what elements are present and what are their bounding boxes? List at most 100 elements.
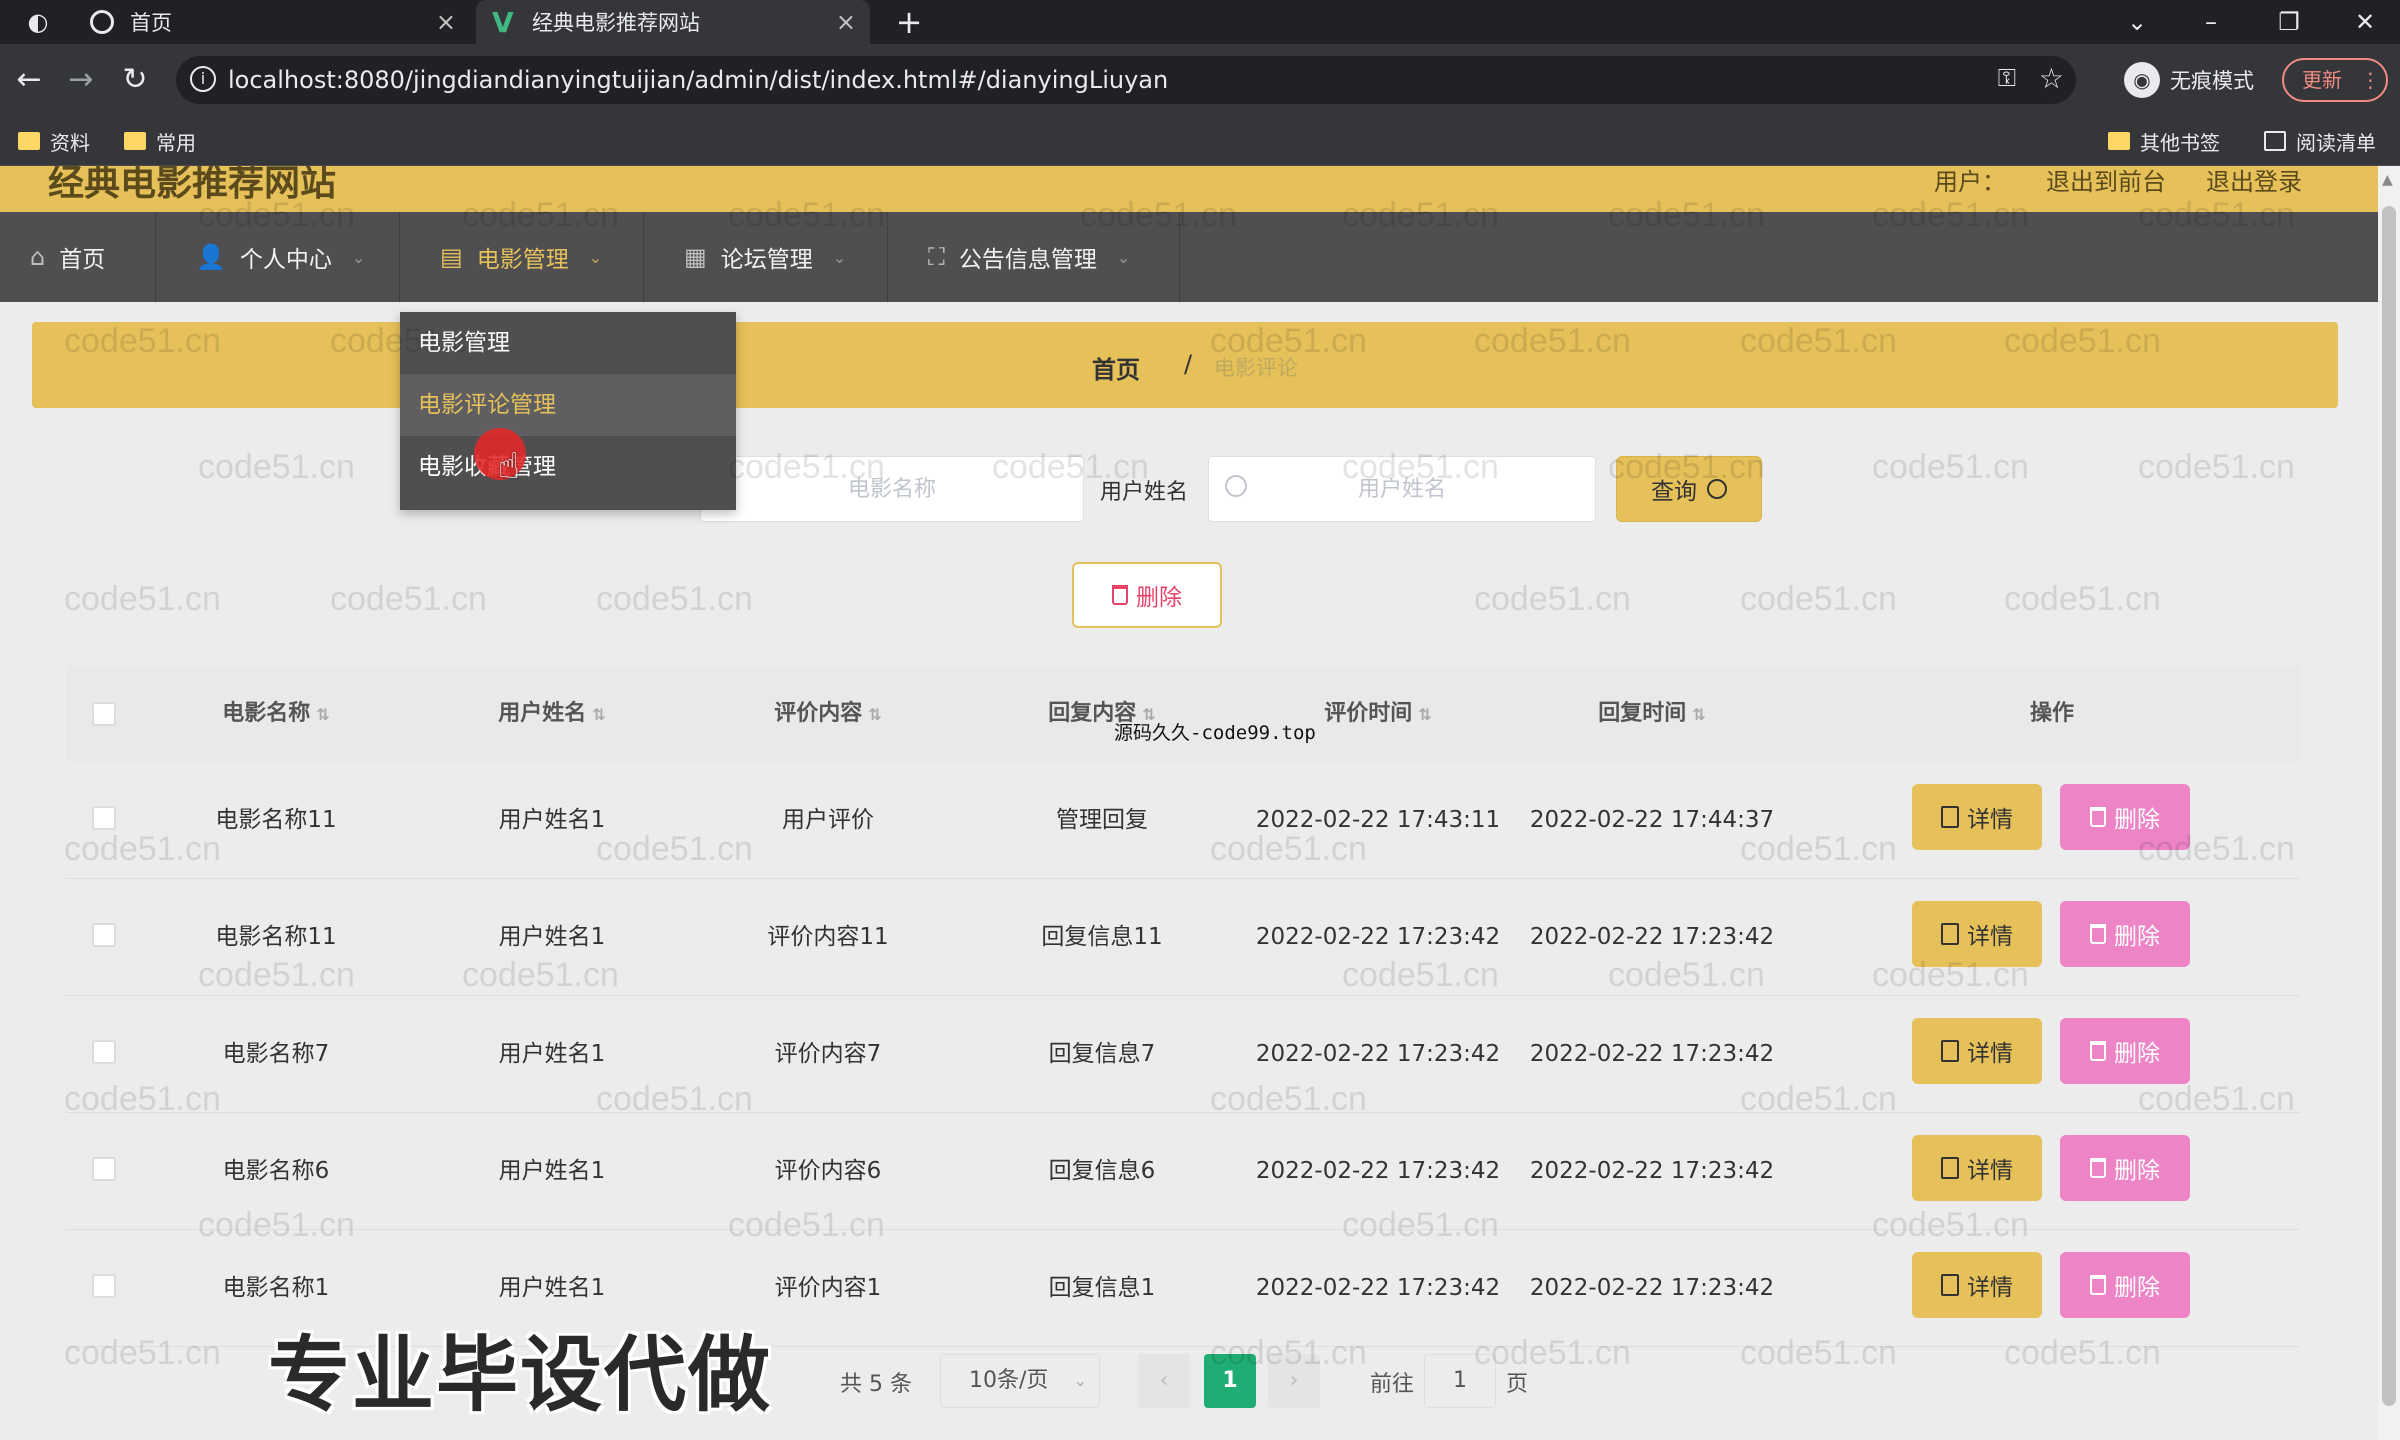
delete-button[interactable]: 删除 <box>2060 784 2190 850</box>
user-name-input[interactable] <box>1209 457 1595 521</box>
document-icon: ▦ <box>684 243 707 271</box>
trash-icon <box>2090 1275 2106 1295</box>
info-icon[interactable]: i <box>190 66 216 92</box>
minimize-icon[interactable]: – <box>2186 0 2236 44</box>
user-name-field[interactable] <box>1208 456 1596 522</box>
logout-link[interactable]: 退出登录 <box>2206 166 2302 197</box>
cell-review-time: 2022-02-22 17:23:42 <box>1255 1158 1501 1184</box>
row-checkbox[interactable] <box>92 1157 116 1181</box>
cell-review: 评价内容7 <box>774 1041 882 1067</box>
bookmark-folder[interactable]: 常用 <box>124 116 196 166</box>
detail-button[interactable]: 详情 <box>1912 901 2042 967</box>
address-bar[interactable]: i localhost:8080/jingdiandianyingtuijian… <box>176 56 2076 104</box>
column-header-review-time[interactable]: 评价时间 ⇅ <box>1278 666 1478 762</box>
center-watermark: 源码久久-code99.top <box>1114 722 1316 744</box>
new-tab-icon[interactable]: + <box>884 0 934 44</box>
page-suffix-label: 页 <box>1506 1372 1529 1397</box>
reading-list-icon <box>2264 131 2286 151</box>
goto-page-input[interactable]: 1 <box>1424 1354 1496 1408</box>
table-row: 电影名称11 用户姓名1 用户评价 管理回复 2022-02-22 17:43:… <box>66 762 2300 879</box>
forward-arrow-icon[interactable]: → <box>58 44 104 116</box>
vue-logo-icon: V <box>492 6 514 39</box>
movie-submenu: 电影管理 电影评论管理 电影收藏管理 <box>400 312 736 510</box>
select-all-checkbox[interactable] <box>92 702 116 726</box>
next-page-button[interactable]: › <box>1268 1354 1320 1408</box>
column-header-user[interactable]: 用户姓名 ⇅ <box>452 666 652 762</box>
breadcrumb-current: 电影评论 <box>1214 356 1298 380</box>
menu-item-home[interactable]: ⌂ 首页 <box>0 212 156 302</box>
row-checkbox[interactable] <box>92 1274 116 1298</box>
browser-tab-strip: ◐ 首页 × V 经典电影推荐网站 × + ⌄ – ❐ ✕ <box>0 0 2400 44</box>
movie-name-field[interactable] <box>700 456 1084 522</box>
menu-item-forum[interactable]: ▦ 论坛管理 ⌄ <box>644 212 888 302</box>
submenu-item-movie-comments[interactable]: 电影评论管理 <box>400 374 736 436</box>
scrollbar-thumb[interactable] <box>2382 206 2396 1406</box>
tab-title: 经典电影推荐网站 <box>532 11 700 35</box>
delete-button[interactable]: 删除 <box>2060 1018 2190 1084</box>
close-icon[interactable]: × <box>836 8 856 36</box>
incognito-indicator[interactable]: ◉ 无痕模式 <box>2124 58 2254 102</box>
key-icon[interactable]: ⚿ <box>1998 64 2016 92</box>
bookmark-folder[interactable]: 资料 <box>18 116 90 166</box>
trash-icon <box>2090 1041 2106 1061</box>
cell-reply: 回复信息11 <box>1041 924 1163 950</box>
row-checkbox[interactable] <box>92 806 116 830</box>
restore-icon[interactable]: ❐ <box>2264 0 2314 44</box>
detail-button[interactable]: 详情 <box>1912 1252 2042 1318</box>
user-icon: 👤 <box>196 243 226 271</box>
cell-user: 用户姓名1 <box>498 807 606 833</box>
menu-item-movies[interactable]: ▤ 电影管理 ⌄ <box>400 212 644 302</box>
sort-icon: ⇅ <box>1418 705 1432 724</box>
menu-item-notice[interactable]: ⛶ 公告信息管理 ⌄ <box>888 212 1180 302</box>
site-header: 经典电影推荐网站 用户： 退出到前台 退出登录 <box>0 166 2400 212</box>
back-arrow-icon[interactable]: ← <box>6 44 52 116</box>
detail-button[interactable]: 详情 <box>1912 784 2042 850</box>
row-checkbox[interactable] <box>92 923 116 947</box>
column-header-movie[interactable]: 电影名称 ⇅ <box>176 666 376 762</box>
star-icon[interactable]: ☆ <box>2039 62 2064 95</box>
scroll-up-icon[interactable]: ▲ <box>2382 172 2393 188</box>
column-header-reply-time[interactable]: 回复时间 ⇅ <box>1552 666 1752 762</box>
column-header-review[interactable]: 评价内容 ⇅ <box>728 666 928 762</box>
close-window-icon[interactable]: ✕ <box>2340 0 2390 44</box>
detail-button[interactable]: 详情 <box>1912 1018 2042 1084</box>
reading-list[interactable]: 阅读清单 <box>2264 116 2376 166</box>
menu-label: 论坛管理 <box>720 247 813 273</box>
column-header-reply[interactable]: 回复内容 ⇅ <box>1002 666 1202 762</box>
cell-reply: 回复信息6 <box>1048 1158 1156 1184</box>
browser-tab-site[interactable]: V 经典电影推荐网站 × <box>476 0 870 44</box>
folder-icon <box>124 132 146 150</box>
chevron-down-icon[interactable]: ⌄ <box>2112 0 2162 44</box>
prev-page-button[interactable]: ‹ <box>1138 1354 1190 1408</box>
cell-user: 用户姓名1 <box>498 924 606 950</box>
browser-tab-home[interactable]: 首页 × <box>70 0 470 44</box>
browser-menu-icon[interactable]: ◐ <box>18 0 58 44</box>
cell-reply: 回复信息1 <box>1048 1275 1156 1301</box>
submenu-item-movie[interactable]: 电影管理 <box>400 312 736 374</box>
submenu-item-movie-favorites[interactable]: 电影收藏管理 <box>400 436 736 498</box>
page-number-current[interactable]: 1 <box>1204 1354 1256 1408</box>
url-text[interactable]: localhost:8080/jingdiandianyingtuijian/a… <box>228 66 1168 94</box>
other-bookmarks[interactable]: 其他书签 <box>2108 116 2220 166</box>
query-button[interactable]: 查询 <box>1616 456 1762 522</box>
frame-icon: ⛶ <box>928 243 945 271</box>
row-checkbox[interactable] <box>92 1040 116 1064</box>
delete-button[interactable]: 删除 <box>2060 1135 2190 1201</box>
cell-review-time: 2022-02-22 17:23:42 <box>1255 924 1501 950</box>
movie-name-input[interactable] <box>701 457 1083 521</box>
menu-item-profile[interactable]: 👤 个人中心 ⌄ <box>156 212 400 302</box>
bookmark-label: 阅读清单 <box>2296 130 2376 155</box>
front-link[interactable]: 退出到前台 <box>2046 166 2166 197</box>
close-icon[interactable]: × <box>436 8 456 36</box>
detail-button[interactable]: 详情 <box>1912 1135 2042 1201</box>
cell-reply-time: 2022-02-22 17:44:37 <box>1529 807 1775 833</box>
cell-review-time: 2022-02-22 17:43:11 <box>1255 807 1501 833</box>
query-label: 查询 <box>1651 479 1697 505</box>
bulk-delete-button[interactable]: 删除 <box>1072 562 1222 628</box>
page-size-select[interactable]: 10条/页 ⌄ <box>940 1354 1100 1408</box>
delete-button[interactable]: 删除 <box>2060 1252 2190 1318</box>
reload-icon[interactable]: ↻ <box>112 44 158 116</box>
delete-button[interactable]: 删除 <box>2060 901 2190 967</box>
update-button[interactable]: 更新 ⋮ <box>2282 58 2388 102</box>
breadcrumb-home[interactable]: 首页 <box>1092 350 1140 385</box>
